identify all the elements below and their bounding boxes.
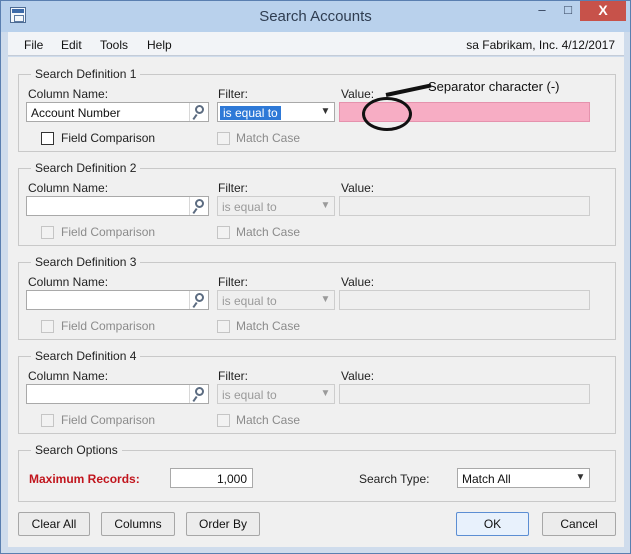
column-lookup-button[interactable]	[189, 385, 208, 403]
close-button[interactable]: X	[580, 1, 626, 21]
value-field[interactable]	[339, 384, 590, 404]
search-definition-4-title: Search Definition 4	[31, 349, 141, 363]
chevron-down-icon: ▼	[320, 106, 331, 117]
separator-annotation-text: Separator character (-)	[428, 79, 560, 94]
search-definition-4-group: Search Definition 4 Column Name: Filter:…	[18, 349, 616, 434]
cancel-button[interactable]: Cancel	[542, 512, 616, 536]
filter-dropdown[interactable]: is equal to ▼	[217, 290, 335, 310]
column-name-label: Column Name:	[28, 87, 109, 101]
maximize-button[interactable]: □	[555, 1, 581, 21]
dialog-client-area: Search Definition 1 Column Name: Filter:…	[8, 57, 624, 547]
search-definition-3-group: Search Definition 3 Column Name: Filter:…	[18, 255, 616, 340]
chevron-down-icon: ▼	[320, 388, 331, 399]
search-definition-1-title: Search Definition 1	[31, 67, 141, 81]
column-lookup-button[interactable]	[189, 103, 208, 121]
search-type-dropdown[interactable]: Match All ▼	[457, 468, 590, 488]
chevron-down-icon: ▼	[320, 200, 331, 211]
annotation-ring	[362, 97, 412, 131]
minimize-button[interactable]: –	[529, 1, 555, 21]
value-label: Value:	[341, 181, 375, 195]
column-lookup-button[interactable]	[189, 197, 208, 215]
field-comparison-checkbox[interactable]	[41, 414, 54, 427]
match-case-checkbox[interactable]	[217, 414, 230, 427]
field-comparison-label: Field Comparison	[61, 319, 156, 333]
field-comparison-label: Field Comparison	[61, 131, 156, 145]
match-case-label: Match Case	[236, 131, 301, 145]
match-case-checkbox[interactable]	[217, 226, 230, 239]
columns-button[interactable]: Columns	[101, 512, 175, 536]
filter-selected-value: is equal to	[220, 106, 281, 120]
column-name-field[interactable]: Account Number	[26, 102, 209, 122]
match-case-label: Match Case	[236, 413, 301, 427]
field-comparison-checkbox[interactable]	[41, 132, 54, 145]
menu-file[interactable]: File	[24, 38, 43, 52]
value-label: Value:	[341, 87, 375, 101]
column-name-field[interactable]	[26, 384, 209, 404]
chevron-down-icon: ▼	[320, 294, 331, 305]
order-by-button[interactable]: Order By	[186, 512, 260, 536]
column-name-value: Account Number	[31, 106, 121, 120]
filter-label: Filter:	[218, 275, 248, 289]
filter-label: Filter:	[218, 181, 248, 195]
match-case-checkbox[interactable]	[217, 320, 230, 333]
search-definition-3-title: Search Definition 3	[31, 255, 141, 269]
magnifier-icon	[195, 105, 204, 114]
column-name-field[interactable]	[26, 290, 209, 310]
value-label: Value:	[341, 369, 375, 383]
match-case-label: Match Case	[236, 225, 301, 239]
ok-button[interactable]: OK	[456, 512, 529, 536]
value-field[interactable]	[339, 196, 590, 216]
clear-all-button[interactable]: Clear All	[18, 512, 90, 536]
field-comparison-label: Field Comparison	[61, 413, 156, 427]
filter-dropdown[interactable]: is equal to ▼	[217, 384, 335, 404]
maximum-records-label: Maximum Records:	[29, 472, 140, 486]
column-lookup-button[interactable]	[189, 291, 208, 309]
title-bar: Search Accounts – □ X	[1, 1, 630, 32]
match-case-checkbox[interactable]	[217, 132, 230, 145]
filter-dropdown[interactable]: is equal to ▼	[217, 196, 335, 216]
search-options-group: Search Options Maximum Records: 1,000 Se…	[18, 443, 616, 502]
filter-label: Filter:	[218, 369, 248, 383]
column-name-label: Column Name:	[28, 275, 109, 289]
user-company-date: sa Fabrikam, Inc. 4/12/2017	[466, 38, 615, 52]
maximum-records-field[interactable]: 1,000	[170, 468, 253, 488]
magnifier-icon	[195, 199, 204, 208]
field-comparison-checkbox[interactable]	[41, 226, 54, 239]
filter-selected-value: is equal to	[222, 200, 277, 214]
column-name-field[interactable]	[26, 196, 209, 216]
value-label: Value:	[341, 275, 375, 289]
chevron-down-icon: ▼	[575, 472, 586, 483]
filter-label: Filter:	[218, 87, 248, 101]
field-comparison-label: Field Comparison	[61, 225, 156, 239]
column-name-label: Column Name:	[28, 181, 109, 195]
search-type-label: Search Type:	[359, 472, 430, 486]
menu-bar: File Edit Tools Help sa Fabrikam, Inc. 4…	[8, 32, 624, 56]
menu-tools[interactable]: Tools	[100, 38, 128, 52]
search-type-selected-value: Match All	[462, 472, 511, 486]
magnifier-icon	[195, 387, 204, 396]
search-definition-2-title: Search Definition 2	[31, 161, 141, 175]
search-accounts-window: Search Accounts – □ X File Edit Tools He…	[0, 0, 631, 554]
field-comparison-checkbox[interactable]	[41, 320, 54, 333]
value-field[interactable]	[339, 290, 590, 310]
filter-dropdown[interactable]: is equal to ▼	[217, 102, 335, 122]
search-definition-2-group: Search Definition 2 Column Name: Filter:…	[18, 161, 616, 246]
menu-edit[interactable]: Edit	[61, 38, 82, 52]
magnifier-icon	[195, 293, 204, 302]
menu-help[interactable]: Help	[147, 38, 172, 52]
search-options-title: Search Options	[31, 443, 122, 457]
filter-selected-value: is equal to	[222, 388, 277, 402]
maximum-records-value: 1,000	[216, 472, 247, 486]
column-name-label: Column Name:	[28, 369, 109, 383]
filter-selected-value: is equal to	[222, 294, 277, 308]
match-case-label: Match Case	[236, 319, 301, 333]
